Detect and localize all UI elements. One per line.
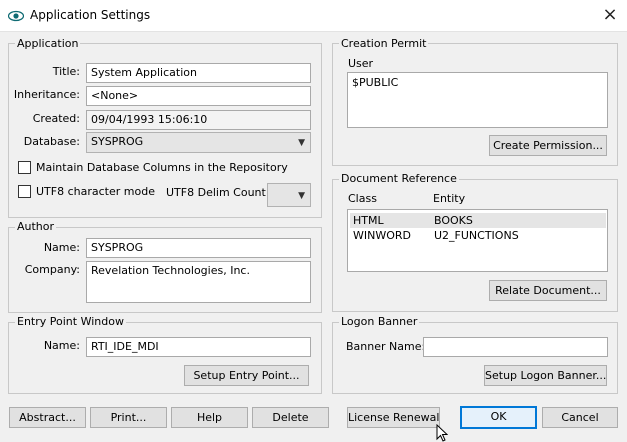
create-permission-button[interactable]: Create Permission... [489,135,607,156]
class-column-header: Class [348,192,377,205]
database-select-value: SYSPROG [91,135,144,148]
banner-name-label: Banner Name: [346,340,426,353]
utf8-mode-label: UTF8 character mode [36,185,155,198]
inheritance-field[interactable]: <None> [86,86,311,106]
chevron-down-icon: ▼ [298,191,305,201]
utf8-mode-checkbox[interactable] [18,185,31,198]
print-button[interactable]: Print... [90,407,167,428]
logon-banner-legend: Logon Banner [339,315,420,328]
close-icon[interactable]: × [596,2,624,28]
setup-logon-banner-button[interactable]: Setup Logon Banner... [484,365,607,386]
database-select[interactable]: SYSPROG ▼ [86,132,311,153]
list-item[interactable]: $PUBLIC [352,76,398,89]
license-renewal-button[interactable]: License Renewal [347,407,440,428]
doc-class-cell: HTML [353,214,384,227]
help-button[interactable]: Help [171,407,248,428]
company-label: Company: [24,263,80,276]
title-field[interactable]: System Application [86,63,311,83]
table-row[interactable]: HTML BOOKS [350,213,606,228]
permit-user-list[interactable]: $PUBLIC [347,72,608,128]
utf8-delim-label: UTF8 Delim Count: [166,186,270,199]
utf8-delim-select[interactable]: ▼ [267,183,311,207]
application-legend: Application [15,37,81,50]
user-column-header: User [348,57,374,70]
cancel-button[interactable]: Cancel [542,407,618,428]
author-legend: Author [15,220,57,233]
eye-icon [8,10,24,22]
chevron-down-icon: ▼ [298,138,305,148]
setup-entry-point-button[interactable]: Setup Entry Point... [184,365,309,386]
maintain-columns-checkbox[interactable] [18,161,31,174]
doc-class-cell: WINWORD [353,229,411,242]
ok-button[interactable]: OK [460,406,537,429]
delete-button[interactable]: Delete [252,407,329,428]
doc-entity-cell: U2_FUNCTIONS [434,229,519,242]
doc-entity-cell: BOOKS [434,214,473,227]
entry-point-name-label: Name: [43,339,80,352]
window-title: Application Settings [30,8,151,22]
relate-document-button[interactable]: Relate Document... [489,280,607,301]
table-row[interactable]: WINWORD U2_FUNCTIONS [350,228,606,243]
author-name-field[interactable]: SYSPROG [86,238,311,258]
creation-permit-legend: Creation Permit [339,37,429,50]
entry-point-name-field[interactable]: RTI_IDE_MDI [86,337,311,357]
entry-point-legend: Entry Point Window [15,315,126,328]
document-reference-list[interactable]: HTML BOOKS WINWORD U2_FUNCTIONS [347,209,608,272]
document-reference-legend: Document Reference [339,172,459,185]
database-label: Database: [23,135,80,148]
created-field: 09/04/1993 15:06:10 [86,110,311,130]
author-name-label: Name: [43,241,80,254]
inheritance-label: Inheritance: [13,88,80,101]
mouse-pointer-icon [436,424,448,442]
title-label: Title: [52,65,80,78]
company-field[interactable]: Revelation Technologies, Inc. [86,261,311,303]
abstract-button[interactable]: Abstract... [9,407,86,428]
created-label: Created: [32,112,80,125]
entity-column-header: Entity [433,192,466,205]
banner-name-field[interactable] [423,337,608,357]
maintain-columns-label: Maintain Database Columns in the Reposit… [36,161,288,174]
